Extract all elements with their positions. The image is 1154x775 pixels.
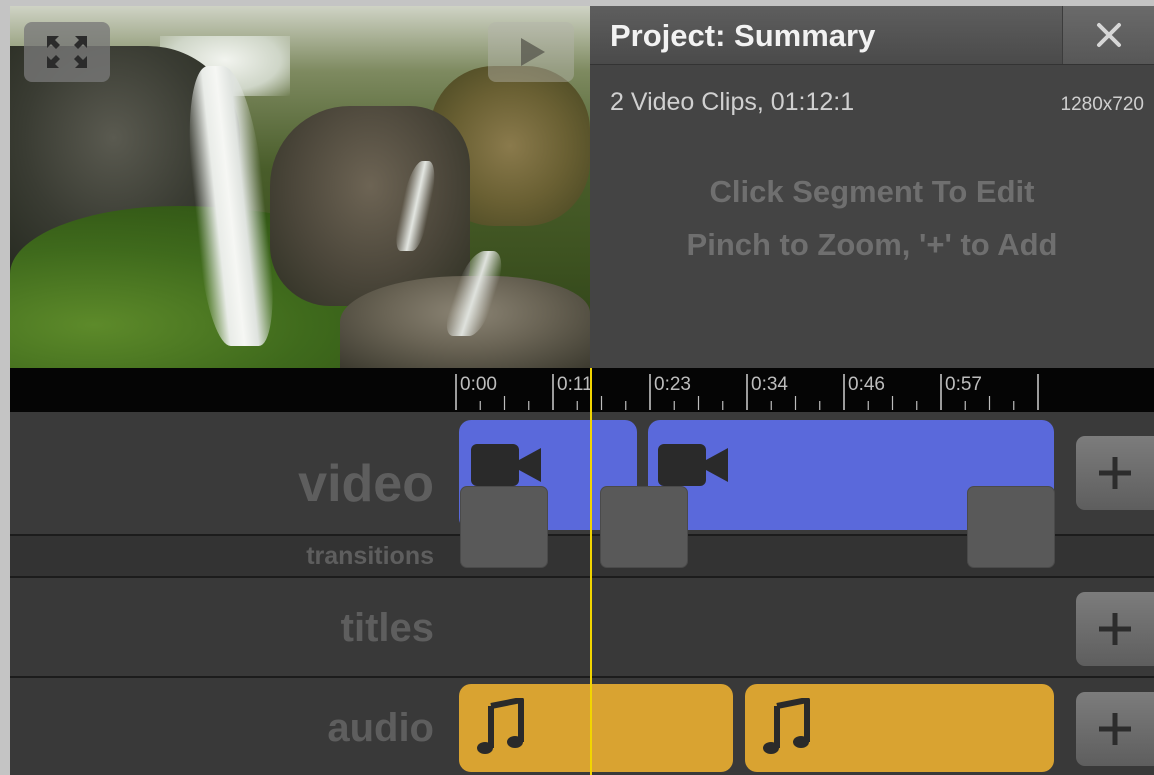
transitions-track-label: transitions: [306, 542, 434, 570]
audio-track-label: audio: [327, 706, 434, 750]
clip-info: 2 Video Clips, 01:12:1: [610, 88, 855, 116]
transition-handle-end[interactable]: [967, 486, 1055, 568]
ruler-label: 0:00: [460, 374, 497, 395]
titles-track-label: titles: [340, 606, 434, 650]
ruler-label: 0:57: [945, 374, 982, 395]
plus-icon: [1099, 713, 1131, 745]
add-video-button[interactable]: [1076, 436, 1154, 510]
timeline-ruler[interactable]: 0:00 0:11 0:23 0:34 0:46 0:57: [10, 368, 1154, 412]
edit-hint: Click Segment To Edit: [709, 174, 1035, 209]
add-audio-button[interactable]: [1076, 692, 1154, 766]
ruler-label: 0:34: [751, 374, 788, 395]
audio-clip-2[interactable]: [745, 684, 1054, 772]
panel-title: Project: Summary: [610, 18, 876, 53]
transition-handle-middle[interactable]: [600, 486, 688, 568]
play-button[interactable]: [488, 22, 574, 82]
video-camera-icon: [471, 444, 541, 486]
transition-handle-start[interactable]: [460, 486, 548, 568]
close-button[interactable]: [1062, 6, 1154, 64]
ruler-label: 0:23: [654, 374, 691, 395]
video-preview[interactable]: [10, 6, 590, 368]
expand-arrows-icon: [47, 36, 87, 68]
plus-icon: [1099, 457, 1131, 489]
music-note-icon: [477, 698, 524, 754]
video-track-label: video: [298, 455, 434, 513]
music-note-icon: [763, 698, 810, 754]
video-camera-icon: [658, 444, 728, 486]
fullscreen-button[interactable]: [24, 22, 110, 82]
video-editor: Project: Summary 2 Video Clips, 01:12:1 …: [10, 6, 1154, 775]
panel-header: Project: Summary: [590, 6, 1154, 65]
add-title-button[interactable]: [1076, 592, 1154, 666]
ruler-label: 0:11: [557, 374, 593, 395]
play-icon: [521, 38, 545, 66]
titles-track: titles: [10, 578, 1154, 676]
plus-icon: [1099, 613, 1131, 645]
playhead[interactable]: [590, 368, 592, 775]
close-icon: [1097, 23, 1121, 47]
resolution-label: 1280x720: [1060, 94, 1144, 115]
audio-track: audio: [10, 678, 1154, 775]
ruler-label: 0:46: [848, 374, 885, 395]
zoom-hint: Pinch to Zoom, '+' to Add: [686, 227, 1058, 262]
audio-clip-1[interactable]: [459, 684, 733, 772]
project-summary-panel: Project: Summary 2 Video Clips, 01:12:1 …: [590, 6, 1154, 368]
